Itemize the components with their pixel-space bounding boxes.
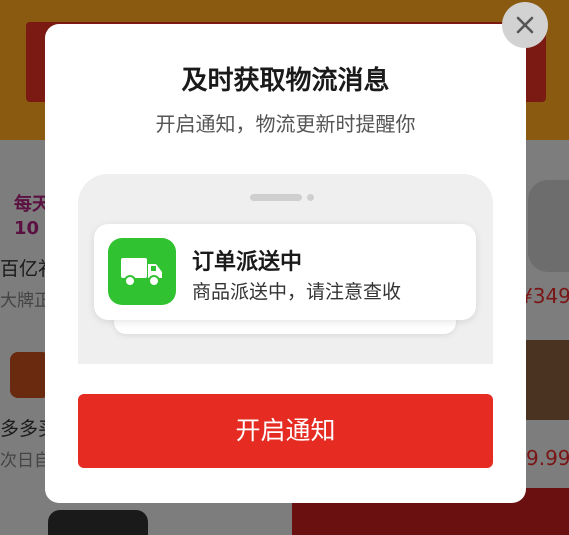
phone-speaker (250, 194, 302, 201)
notification-body: 商品派送中，请注意查收 (192, 281, 402, 303)
sample-notification-card: 订单派送中 商品派送中，请注意查收 (94, 224, 476, 320)
notification-permission-dialog: 及时获取物流消息 开启通知，物流更新时提醒你 订单派送中 商品派送中，请注意查收… (45, 24, 526, 503)
background-item-price: 9.99 (526, 446, 569, 470)
dialog-subtitle: 开启通知，物流更新时提醒你 (155, 112, 416, 136)
app-icon (108, 238, 176, 305)
background-item-subtitle: 大牌正 (0, 291, 51, 311)
enable-notifications-button[interactable]: 开启通知 (78, 394, 493, 468)
dialog-title: 及时获取物流消息 (181, 66, 390, 96)
phone-illustration: 订单派送中 商品派送中，请注意查收 (78, 174, 493, 364)
background-item-price: ¥349 (520, 284, 569, 308)
close-button[interactable] (502, 2, 548, 48)
truck-icon (121, 258, 162, 287)
phone-camera (307, 194, 314, 201)
background-promo-number: 10 (14, 218, 40, 239)
notification-title: 订单派送中 (192, 250, 303, 275)
background-product-image (528, 180, 569, 272)
background-item-subtitle: 次日自 (0, 451, 51, 471)
background-product-image (48, 510, 148, 535)
background-logo (10, 352, 50, 398)
close-icon (516, 16, 534, 34)
